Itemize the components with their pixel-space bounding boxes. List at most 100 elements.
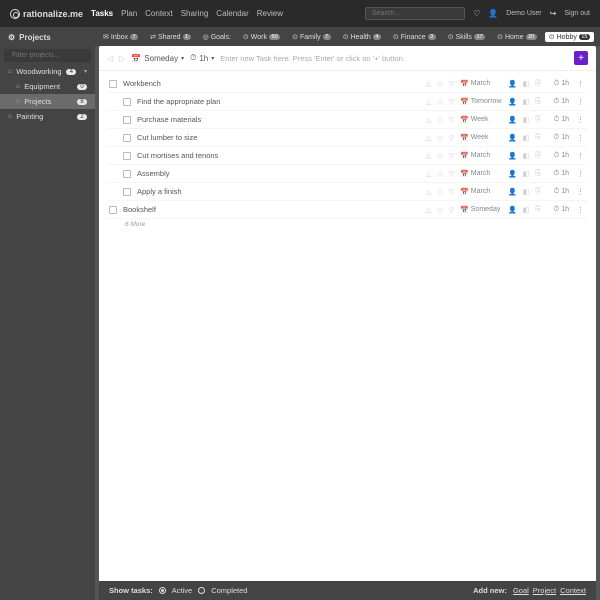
- tag-icon[interactable]: ◧: [523, 134, 530, 142]
- tab-finance[interactable]: ⊙Finance3: [389, 32, 440, 42]
- task-duration[interactable]: ⏱1h: [547, 170, 569, 178]
- pin-icon[interactable]: ◇: [437, 152, 442, 160]
- flame-icon[interactable]: △: [426, 98, 431, 106]
- more-icon[interactable]: ⋮: [575, 206, 586, 214]
- task-row[interactable]: Apply a finish△◇▽📅March👤◧⎘⏱1h⋮: [107, 183, 588, 201]
- filter-projects-input[interactable]: [4, 49, 91, 62]
- tag-icon[interactable]: ◧: [523, 98, 530, 106]
- attach-icon[interactable]: ⎘: [535, 134, 541, 142]
- nav-prev-icon[interactable]: ◁: [107, 54, 113, 63]
- pin-icon[interactable]: ◇: [437, 206, 442, 214]
- pin-icon[interactable]: ◇: [437, 170, 442, 178]
- task-checkbox[interactable]: [123, 98, 131, 106]
- more-icon[interactable]: ⋮: [575, 116, 586, 124]
- task-schedule[interactable]: 📅Someday: [460, 206, 502, 214]
- nav-context[interactable]: Context: [145, 9, 173, 18]
- tab-family[interactable]: ⊙Family7: [288, 32, 335, 42]
- radio-active[interactable]: [159, 587, 166, 594]
- tag-icon[interactable]: ◧: [523, 80, 530, 88]
- tag-icon[interactable]: ◧: [523, 206, 530, 214]
- tab-home[interactable]: ⊙Home20: [493, 32, 541, 42]
- user-icon[interactable]: 👤: [508, 98, 517, 106]
- more-icon[interactable]: ⋮: [575, 152, 586, 160]
- flag-icon[interactable]: ▽: [449, 116, 454, 124]
- user-icon[interactable]: 👤: [508, 170, 517, 178]
- more-icon[interactable]: ⋮: [575, 170, 586, 178]
- flag-icon[interactable]: ▽: [449, 80, 454, 88]
- radio-completed[interactable]: [198, 587, 205, 594]
- user-icon[interactable]: 👤: [508, 80, 517, 88]
- tag-icon[interactable]: ◧: [523, 152, 530, 160]
- pin-icon[interactable]: ◇: [437, 98, 442, 106]
- task-row[interactable]: Purchase materials△◇▽📅Week👤◧⎘⏱1h⋮: [107, 111, 588, 129]
- user-icon[interactable]: 👤: [508, 134, 517, 142]
- task-checkbox[interactable]: [123, 116, 131, 124]
- task-duration[interactable]: ⏱1h: [547, 188, 569, 196]
- attach-icon[interactable]: ⎘: [535, 98, 541, 106]
- flame-icon[interactable]: △: [426, 170, 431, 178]
- task-duration[interactable]: ⏱1h: [547, 98, 569, 106]
- task-row[interactable]: Cut mortises and tenons△◇▽📅March👤◧⎘⏱1h⋮: [107, 147, 588, 165]
- duration-picker[interactable]: ⏱ 1h ▾: [190, 53, 214, 63]
- tab-skills[interactable]: ⊙Skills17: [444, 32, 489, 42]
- task-duration[interactable]: ⏱1h: [547, 206, 569, 214]
- signout-link[interactable]: Sign out: [564, 10, 590, 17]
- flame-icon[interactable]: △: [426, 116, 431, 124]
- task-schedule[interactable]: 📅Week: [460, 116, 502, 124]
- user-icon[interactable]: 👤: [508, 116, 517, 124]
- attach-icon[interactable]: ⎘: [535, 80, 541, 88]
- tag-icon[interactable]: ◧: [523, 116, 530, 124]
- task-checkbox[interactable]: [123, 188, 131, 196]
- gear-icon[interactable]: ⚙: [8, 33, 15, 42]
- tab-hobby[interactable]: ⊙Hobby15: [545, 32, 594, 42]
- task-schedule[interactable]: 📅March: [460, 80, 502, 88]
- nav-review[interactable]: Review: [257, 9, 283, 18]
- nav-plan[interactable]: Plan: [121, 9, 137, 18]
- task-duration[interactable]: ⏱1h: [547, 80, 569, 88]
- task-duration[interactable]: ⏱1h: [547, 152, 569, 160]
- more-icon[interactable]: ⋮: [575, 188, 586, 196]
- flame-icon[interactable]: △: [426, 80, 431, 88]
- flame-icon[interactable]: △: [426, 188, 431, 196]
- tab-inbox[interactable]: ✉Inbox7: [99, 32, 142, 42]
- pin-icon[interactable]: ◇: [437, 116, 442, 124]
- pin-icon[interactable]: ◇: [437, 188, 442, 196]
- tab-health[interactable]: ⊙Health4: [339, 32, 385, 42]
- tab-work[interactable]: ⊙Work60: [239, 32, 284, 42]
- sidebar-item-painting[interactable]: ⌂Painting2: [0, 109, 95, 124]
- more-icon[interactable]: ⋮: [575, 134, 586, 142]
- hearts-icon[interactable]: ♡: [473, 9, 480, 18]
- task-schedule[interactable]: 📅Tomorrow: [460, 98, 502, 106]
- nav-sharing[interactable]: Sharing: [181, 9, 209, 18]
- pin-icon[interactable]: ◇: [437, 134, 442, 142]
- task-schedule[interactable]: 📅Week: [460, 134, 502, 142]
- flame-icon[interactable]: △: [426, 152, 431, 160]
- new-task-input[interactable]: Enter new Task here. Press 'Enter' or cl…: [220, 54, 568, 63]
- tag-icon[interactable]: ◧: [523, 188, 530, 196]
- attach-icon[interactable]: ⎘: [535, 170, 541, 178]
- user-name[interactable]: Demo User: [506, 10, 541, 17]
- nav-calendar[interactable]: Calendar: [216, 9, 248, 18]
- more-icon[interactable]: ⋮: [575, 80, 586, 88]
- more-tasks-link[interactable]: 6 More: [107, 219, 588, 230]
- task-schedule[interactable]: 📅March: [460, 170, 502, 178]
- add-project-link[interactable]: Project: [533, 586, 556, 595]
- attach-icon[interactable]: ⎘: [535, 116, 541, 124]
- sidebar-item-equipment[interactable]: ⌂Equipment0: [0, 79, 95, 94]
- task-row[interactable]: Bookshelf△◇▽📅Someday👤◧⎘⏱1h⋮: [107, 201, 588, 219]
- add-task-button[interactable]: +: [574, 51, 588, 65]
- task-row[interactable]: Assembly△◇▽📅March👤◧⎘⏱1h⋮: [107, 165, 588, 183]
- tab-shared[interactable]: ⇄Shared1: [146, 32, 195, 42]
- user-icon[interactable]: 👤: [508, 188, 517, 196]
- user-icon[interactable]: 👤: [508, 206, 517, 214]
- tag-icon[interactable]: ◧: [523, 170, 530, 178]
- attach-icon[interactable]: ⎘: [535, 188, 541, 196]
- attach-icon[interactable]: ⎘: [535, 152, 541, 160]
- nav-tasks[interactable]: Tasks: [91, 9, 113, 18]
- sidebar-item-projects[interactable]: ⌂Projects8: [0, 94, 95, 109]
- flag-icon[interactable]: ▽: [449, 98, 454, 106]
- task-schedule[interactable]: 📅March: [460, 152, 502, 160]
- task-row[interactable]: Find the appropriate plan△◇▽📅Tomorrow👤◧⎘…: [107, 93, 588, 111]
- schedule-picker[interactable]: 📅 Someday ▾: [131, 54, 184, 63]
- task-checkbox[interactable]: [123, 134, 131, 142]
